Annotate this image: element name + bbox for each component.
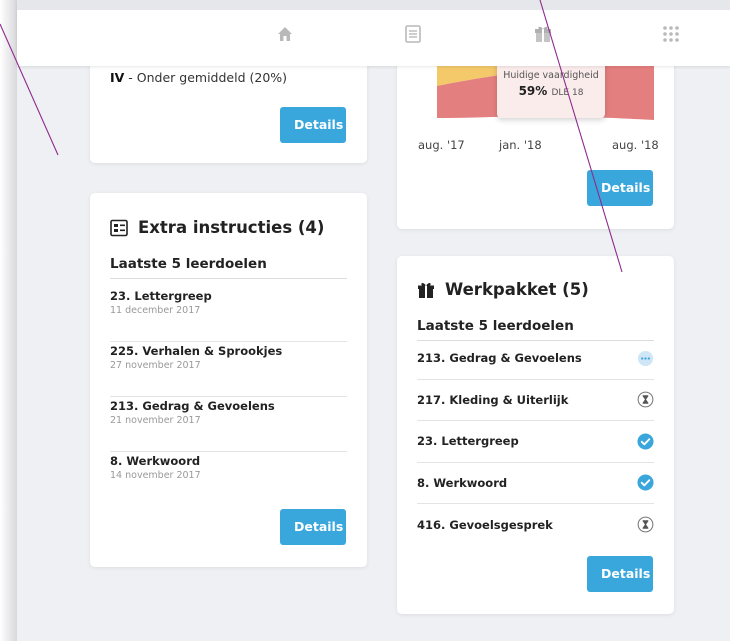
hourglass-icon bbox=[637, 391, 654, 408]
list-icon[interactable] bbox=[403, 24, 423, 44]
level-summary: IV - Onder gemiddeld (20%) bbox=[110, 70, 287, 85]
instructions-subtitle: Laatste 5 leerdoelen bbox=[110, 256, 347, 279]
item-date: 21 november 2017 bbox=[110, 415, 201, 426]
list-item[interactable]: 416. Gevoelsgesprek bbox=[417, 504, 654, 546]
workpackage-list: 213. Gedrag & Gevoelens 217. Kleding & U… bbox=[417, 338, 654, 546]
extra-instructions-card: Extra instructies (4) Laatste 5 leerdoel… bbox=[90, 193, 367, 567]
apps-grid-icon[interactable] bbox=[661, 24, 681, 44]
item-name: 23. Lettergreep bbox=[417, 434, 519, 449]
home-icon[interactable] bbox=[275, 24, 295, 44]
item-name: 213. Gedrag & Gevoelens bbox=[417, 351, 582, 366]
tooltip-value-row: 59% DLE 18 bbox=[497, 84, 605, 98]
instructions-list-icon bbox=[110, 219, 128, 236]
item-name: 416. Gevoelsgesprek bbox=[417, 517, 553, 532]
level-details-button[interactable]: Details bbox=[280, 107, 346, 143]
list-item[interactable]: 217. Kleding & Uiterlijk bbox=[417, 380, 654, 421]
instructions-list: 23. Lettergreep 11 december 2017 225. Ve… bbox=[110, 287, 347, 507]
in-progress-icon bbox=[637, 350, 654, 366]
item-name: 225. Verhalen & Sprookjes bbox=[110, 344, 283, 358]
level-code: IV bbox=[110, 70, 125, 85]
x-tick-label: jan. '18 bbox=[499, 138, 542, 152]
list-item[interactable]: 213. Gedrag & Gevoelens 21 november 2017 bbox=[110, 397, 347, 452]
workpackage-card-title: Werkpakket (5) bbox=[417, 280, 589, 299]
item-date: 14 november 2017 bbox=[110, 470, 201, 481]
instructions-card-title: Extra instructies (4) bbox=[110, 218, 324, 237]
item-name: 217. Kleding & Uiterlijk bbox=[417, 392, 569, 407]
list-item[interactable]: 8. Werkwoord 14 november 2017 bbox=[110, 452, 347, 507]
window-edge bbox=[0, 0, 17, 641]
list-item[interactable]: 23. Lettergreep bbox=[417, 421, 654, 463]
list-item[interactable]: 8. Werkwoord bbox=[417, 463, 654, 504]
check-circle-icon bbox=[637, 474, 654, 491]
instructions-details-button[interactable]: Details bbox=[280, 509, 346, 545]
tooltip-title: Huidige vaardigheid bbox=[503, 70, 599, 81]
gift-icon[interactable] bbox=[533, 24, 553, 44]
workpackage-title-text: Werkpakket (5) bbox=[445, 280, 589, 299]
top-navigation bbox=[17, 0, 730, 66]
instructions-title-text: Extra instructies (4) bbox=[138, 218, 325, 237]
list-item[interactable]: 225. Verhalen & Sprookjes 27 november 20… bbox=[110, 342, 347, 397]
gift-icon bbox=[418, 282, 434, 298]
chart-details-button[interactable]: Details bbox=[587, 170, 653, 206]
workpackage-card: Werkpakket (5) Laatste 5 leerdoelen 213.… bbox=[397, 256, 674, 614]
item-date: 27 november 2017 bbox=[110, 360, 201, 371]
item-name: 8. Werkwoord bbox=[110, 454, 201, 468]
level-description: - Onder gemiddeld (20%) bbox=[124, 70, 288, 85]
hourglass-icon bbox=[637, 516, 654, 533]
list-item[interactable]: 23. Lettergreep 11 december 2017 bbox=[110, 287, 347, 342]
item-name: 23. Lettergreep bbox=[110, 289, 212, 303]
item-name: 8. Werkwoord bbox=[417, 475, 508, 490]
check-circle-icon bbox=[637, 433, 654, 450]
workpackage-details-button[interactable]: Details bbox=[587, 556, 653, 592]
tooltip-suffix: DLE 18 bbox=[551, 88, 584, 98]
tooltip-value: 59% bbox=[518, 84, 548, 98]
x-tick-label: aug. '18 bbox=[612, 138, 659, 152]
item-name: 213. Gedrag & Gevoelens bbox=[110, 399, 275, 413]
item-date: 11 december 2017 bbox=[110, 305, 201, 316]
chart-tooltip: Huidige vaardigheid 59% DLE 18 bbox=[497, 60, 605, 118]
list-item[interactable]: 213. Gedrag & Gevoelens bbox=[417, 338, 654, 380]
x-tick-label: aug. '17 bbox=[418, 138, 465, 152]
